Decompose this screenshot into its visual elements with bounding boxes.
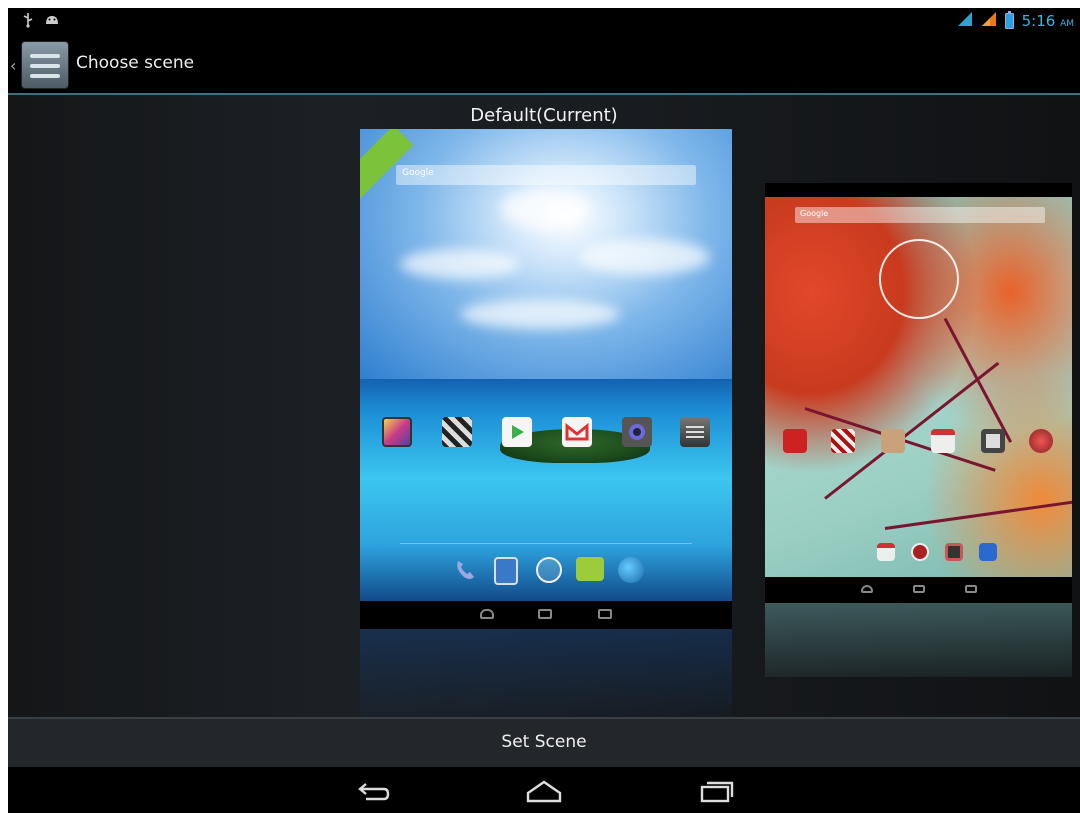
- mini-nav-bar: [765, 577, 1072, 603]
- folder-icon: [881, 429, 905, 453]
- calendar-icon: [877, 543, 895, 561]
- gallery-icon: [783, 429, 807, 453]
- dock-divider: [400, 543, 692, 544]
- status-bar: 5:16 AM: [8, 8, 1080, 36]
- mini-search-bar: Google: [396, 165, 696, 185]
- phone-icon: [452, 557, 478, 583]
- mini-nav-bar: [360, 601, 732, 629]
- browser-icon: [618, 557, 644, 583]
- gmail-icon: [931, 429, 955, 453]
- scene-preview-leaves[interactable]: Google: [765, 183, 1072, 603]
- android-debug-icon: [44, 12, 60, 32]
- settings-icon: [680, 417, 710, 447]
- play-store-icon: [502, 417, 532, 447]
- camera-icon: [981, 429, 1005, 453]
- scene-settings-icon[interactable]: [21, 41, 69, 89]
- scene-preview-reflection: [765, 603, 1072, 677]
- up-caret-icon[interactable]: ‹: [10, 56, 16, 75]
- movie-studio-icon: [442, 417, 472, 447]
- mini-search-bar: Google: [795, 207, 1045, 223]
- page-title: Choose scene: [76, 53, 195, 73]
- scene-label: Default(Current): [470, 105, 618, 126]
- scene-preview-reflection: [360, 629, 732, 717]
- home-icons-row: [360, 417, 732, 457]
- set-scene-bar: Set Scene: [8, 717, 1080, 767]
- home-icon[interactable]: [524, 775, 564, 807]
- gmail-icon: [562, 417, 592, 447]
- cell-signal-icon: [981, 11, 997, 31]
- apps-icon: [911, 543, 929, 561]
- apps-icon: [536, 557, 562, 583]
- scene-preview-default[interactable]: Google: [360, 129, 732, 629]
- email-icon: [979, 543, 997, 561]
- messaging-icon: [576, 557, 604, 581]
- camera-icon: [945, 543, 963, 561]
- back-icon[interactable]: [354, 775, 394, 807]
- battery-icon: [1004, 11, 1014, 29]
- tablet-screen: 5:16 AM ‹ Choose scene Default(Current): [8, 8, 1080, 813]
- wifi-signal-icon: [957, 11, 973, 31]
- system-nav-bar: [8, 767, 1080, 813]
- recent-apps-icon[interactable]: [696, 775, 736, 807]
- browser-icon: [1029, 429, 1053, 453]
- usb-icon: [22, 12, 34, 32]
- contacts-icon: [494, 557, 518, 585]
- action-bar: ‹ Choose scene: [8, 36, 1080, 94]
- set-scene-button[interactable]: Set Scene: [8, 719, 1080, 767]
- movie-studio-icon: [831, 429, 855, 453]
- dock-icons-row: [360, 557, 732, 591]
- analog-clock-widget: [879, 239, 959, 319]
- camera-icon: [622, 417, 652, 447]
- status-clock: 5:16 AM: [1021, 12, 1074, 30]
- gallery-icon: [382, 417, 412, 447]
- scene-carousel: Default(Current) Google Google: [8, 95, 1080, 717]
